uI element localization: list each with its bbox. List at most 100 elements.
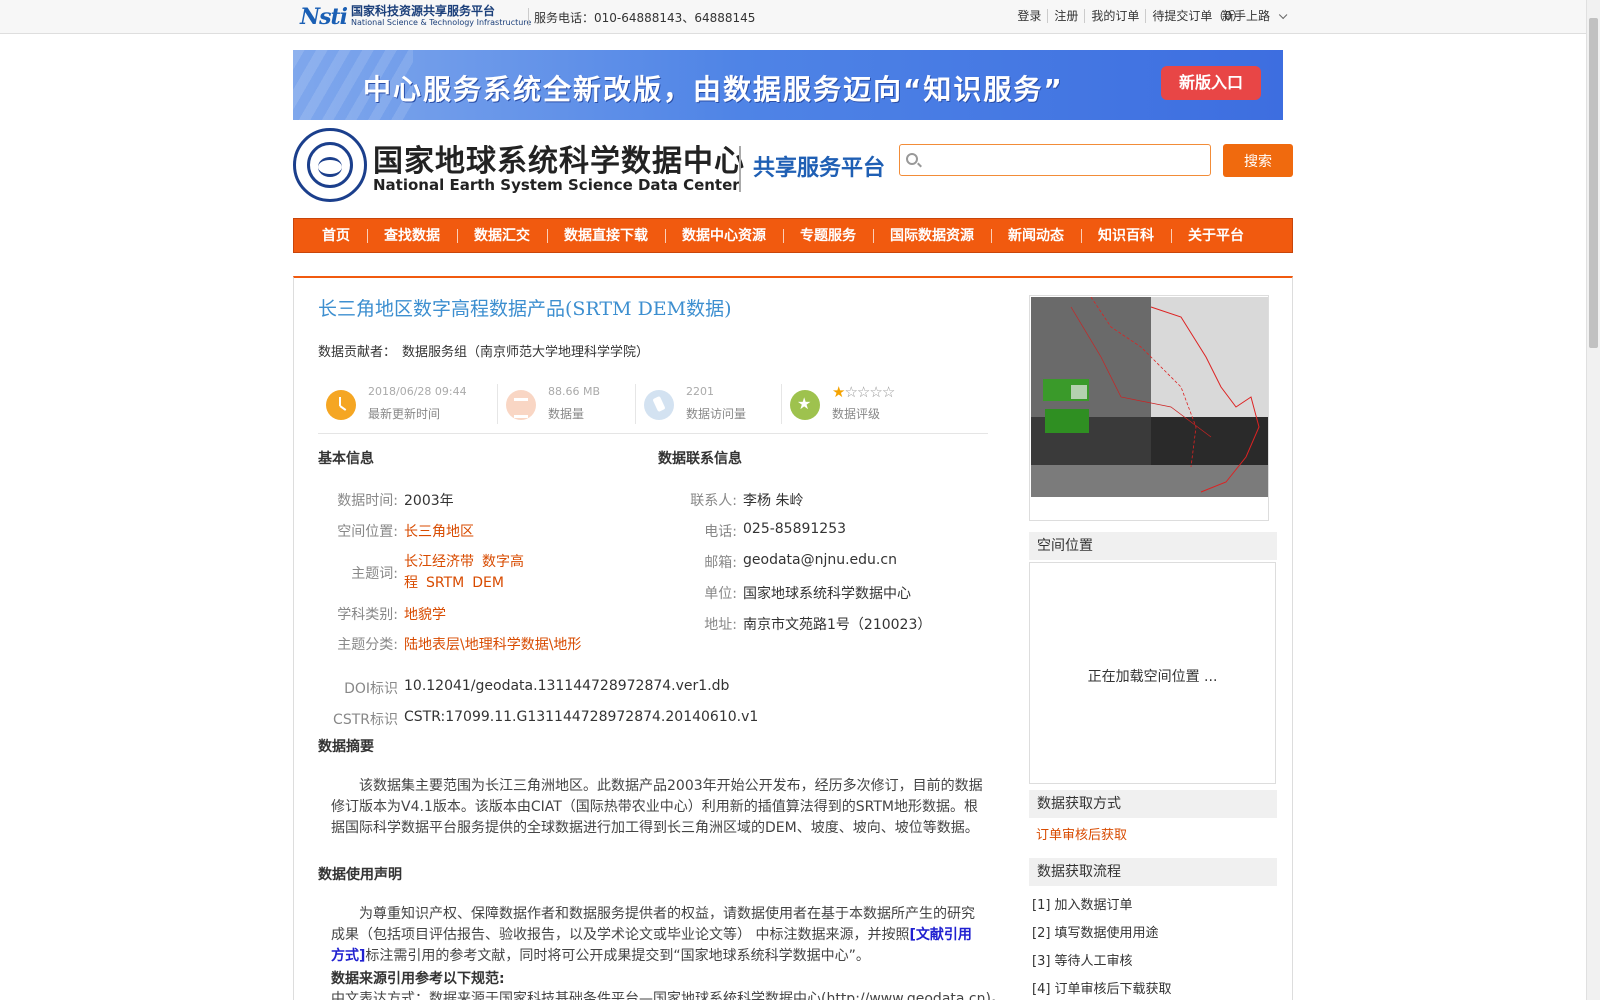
- contact-unit-row: 单位: 国家地球系统科学数据中心: [704, 583, 911, 603]
- stat-size: 88.66 MB 数据量: [498, 380, 636, 426]
- dataset-title: 长三角地区数字高程数据产品(SRTM DEM数据): [318, 298, 732, 320]
- register-link[interactable]: 注册: [1048, 9, 1086, 23]
- nav-about[interactable]: 关于平台: [1188, 229, 1261, 243]
- clock-icon: [326, 390, 356, 420]
- promo-banner[interactable]: 中心服务系统全新改版，由数据服务迈向“知识服务” 新版入口: [293, 50, 1283, 120]
- doi-value: 10.12041/geodata.131144728972874.ver1.db: [404, 678, 730, 694]
- main-nav: 首页 查找数据 数据汇交 数据直接下载 数据中心资源 专题服务 国际数据资源 新…: [293, 218, 1293, 253]
- dem-preview-image[interactable]: [1031, 297, 1268, 497]
- nav-international-data[interactable]: 国际数据资源: [890, 228, 992, 243]
- contact-address-label: 地址:: [704, 617, 737, 633]
- star-empty-icon[interactable]: ☆: [869, 383, 882, 401]
- cstr-row: CSTR标识 CSTR:17099.11.G131144728972874.201…: [333, 709, 759, 728]
- contact-phone-label: 电话:: [704, 524, 737, 540]
- stat-updated-label: 最新更新时间: [368, 407, 441, 421]
- contact-address-row: 地址: 南京市文苑路1号（210023）: [704, 614, 932, 634]
- discipline-link[interactable]: 地貌学: [404, 607, 446, 623]
- nav-home[interactable]: 首页: [312, 228, 368, 243]
- discipline-label: 学科类别:: [337, 607, 398, 623]
- scrollbar-thumb[interactable]: [1589, 18, 1598, 348]
- login-link[interactable]: 登录: [1011, 9, 1049, 23]
- contact-unit-value: 国家地球系统科学数据中心: [743, 586, 911, 602]
- nsti-logo-en: National Science & Technology Infrastruc…: [351, 18, 532, 27]
- nsti-logo-cn: 国家科技资源共享服务平台: [351, 4, 496, 18]
- contact-person-row: 联系人: 李杨 朱岭: [690, 490, 803, 510]
- acquire-method: 订单审核后获取: [1036, 828, 1128, 843]
- doi-row: DOI标识 10.12041/geodata.131144728972874.ve…: [344, 678, 730, 697]
- star-empty-icon[interactable]: ☆: [857, 383, 870, 401]
- data-layers-icon: [506, 390, 536, 420]
- contact-email-label: 邮箱:: [704, 555, 737, 571]
- space-label: 空间位置:: [337, 524, 398, 540]
- my-orders-link[interactable]: 我的订单: [1085, 9, 1147, 23]
- basic-info-heading: 基本信息: [318, 451, 374, 467]
- nav-topic-services[interactable]: 专题服务: [800, 228, 874, 243]
- contact-phone-value: 025-85891253: [743, 521, 847, 537]
- flow-heading: 数据获取流程: [1029, 858, 1277, 886]
- rating-stars[interactable]: ★☆☆☆☆: [832, 383, 895, 401]
- cstr-value: CSTR:17099.11.G131144728972874.20140610.…: [404, 709, 759, 725]
- keywords-row: 主题词: 长江经济带 数字高程 SRTM DEM: [351, 552, 534, 594]
- flow-step: [2] 填写数据使用用途: [1032, 926, 1159, 941]
- stat-updated-value: 2018/06/28 09:44: [368, 385, 467, 398]
- page-scrollbar[interactable]: [1586, 0, 1600, 1000]
- chevron-down-icon: [1278, 10, 1288, 20]
- citation-rule-line: 中文表达方式：数据来源于国家科技基础条件平台—国家地球系统科学数据中心(http…: [331, 991, 1005, 1000]
- nav-knowledge[interactable]: 知识百科: [1098, 228, 1172, 243]
- site-header: 国家地球系统科学数据中心 National Earth System Scien…: [293, 126, 1293, 202]
- contact-person-label: 联系人:: [690, 493, 737, 509]
- star-empty-icon[interactable]: ☆: [882, 383, 895, 401]
- search-button[interactable]: 搜索: [1223, 144, 1293, 177]
- contact-address-value: 南京市文苑路1号（210023）: [743, 617, 932, 633]
- site-name-en: National Earth System Science Data Cente…: [373, 176, 740, 194]
- flow-step: [1] 加入数据订单: [1032, 898, 1133, 913]
- nav-find-data[interactable]: 查找数据: [384, 228, 458, 243]
- star-filled-icon[interactable]: ★: [832, 383, 845, 401]
- data-time-value: 2003年: [404, 493, 454, 509]
- stat-size-value: 88.66 MB: [548, 385, 601, 398]
- nav-direct-download[interactable]: 数据直接下载: [564, 228, 666, 243]
- stat-visits-label: 数据访问量: [686, 407, 747, 421]
- category-link[interactable]: 陆地表层\地理科学数据\地形: [404, 637, 581, 653]
- beginner-guide-label: 新手上路: [1222, 9, 1271, 23]
- contact-email-row: 邮箱: geodata@njnu.edu.cn: [704, 552, 897, 571]
- usage-text-before: 为尊重知识产权、保障数据作者和数据服务提供者的权益，请数据使用者在基于本数据所产…: [331, 906, 975, 943]
- keyword-link[interactable]: 长江经济带: [404, 554, 474, 570]
- stat-size-label: 数据量: [548, 407, 585, 421]
- stat-rating: ★☆☆☆☆ 数据评级: [782, 380, 962, 426]
- preview-carousel: [1029, 295, 1269, 521]
- search-icon: [906, 153, 918, 165]
- nav-data-submission[interactable]: 数据汇交: [474, 228, 548, 243]
- keyword-link[interactable]: SRTM: [426, 575, 464, 591]
- search-input[interactable]: [924, 149, 1204, 171]
- nav-center-resources[interactable]: 数据中心资源: [682, 228, 784, 243]
- flow-step: [4] 订单审核后下载获取: [1032, 982, 1172, 997]
- star-badge-icon: [790, 390, 820, 420]
- contributor-label: 数据贡献者：: [318, 345, 397, 360]
- usage-text: 为尊重知识产权、保障数据作者和数据服务提供者的权益，请数据使用者在基于本数据所产…: [331, 904, 985, 967]
- cstr-label: CSTR标识: [333, 712, 398, 728]
- star-empty-icon[interactable]: ☆: [844, 383, 857, 401]
- contact-email-value[interactable]: geodata@njnu.edu.cn: [743, 552, 897, 568]
- category-label: 主题分类:: [337, 637, 398, 653]
- nav-news[interactable]: 新闻动态: [1008, 228, 1082, 243]
- beginner-guide-dropdown[interactable]: 新手上路: [1222, 7, 1288, 24]
- site-name-cn: 国家地球系统科学数据中心: [373, 144, 745, 179]
- contact-unit-label: 单位:: [704, 586, 737, 602]
- topbar-divider: [528, 8, 529, 26]
- stat-updated: 2018/06/28 09:44 最新更新时间: [318, 380, 498, 426]
- usage-text-after: 标注需引用的参考文献，同时将可公开成果提交到“国家地球系统科学数据中心”。: [365, 948, 870, 964]
- data-center-seal-logo[interactable]: [293, 128, 367, 202]
- nsti-logo[interactable]: Nsti 国家科技资源共享服务平台 National Science & Tec…: [300, 3, 531, 31]
- visits-icon: [644, 390, 674, 420]
- space-link[interactable]: 长三角地区: [404, 524, 474, 540]
- keyword-link[interactable]: DEM: [472, 575, 504, 591]
- dataset-stats: 2018/06/28 09:44 最新更新时间 88.66 MB 数据量 220…: [318, 380, 988, 434]
- new-version-entry-button[interactable]: 新版入口: [1161, 66, 1261, 100]
- contact-phone-row: 电话: 025-85891253: [704, 521, 847, 540]
- dem-preview-graphic: [1031, 297, 1268, 497]
- header-divider: [739, 146, 741, 192]
- stat-visits-value: 2201: [686, 385, 714, 398]
- location-map[interactable]: 正在加载空间位置 ...: [1029, 562, 1276, 784]
- flow-step: [3] 等待人工审核: [1032, 954, 1133, 969]
